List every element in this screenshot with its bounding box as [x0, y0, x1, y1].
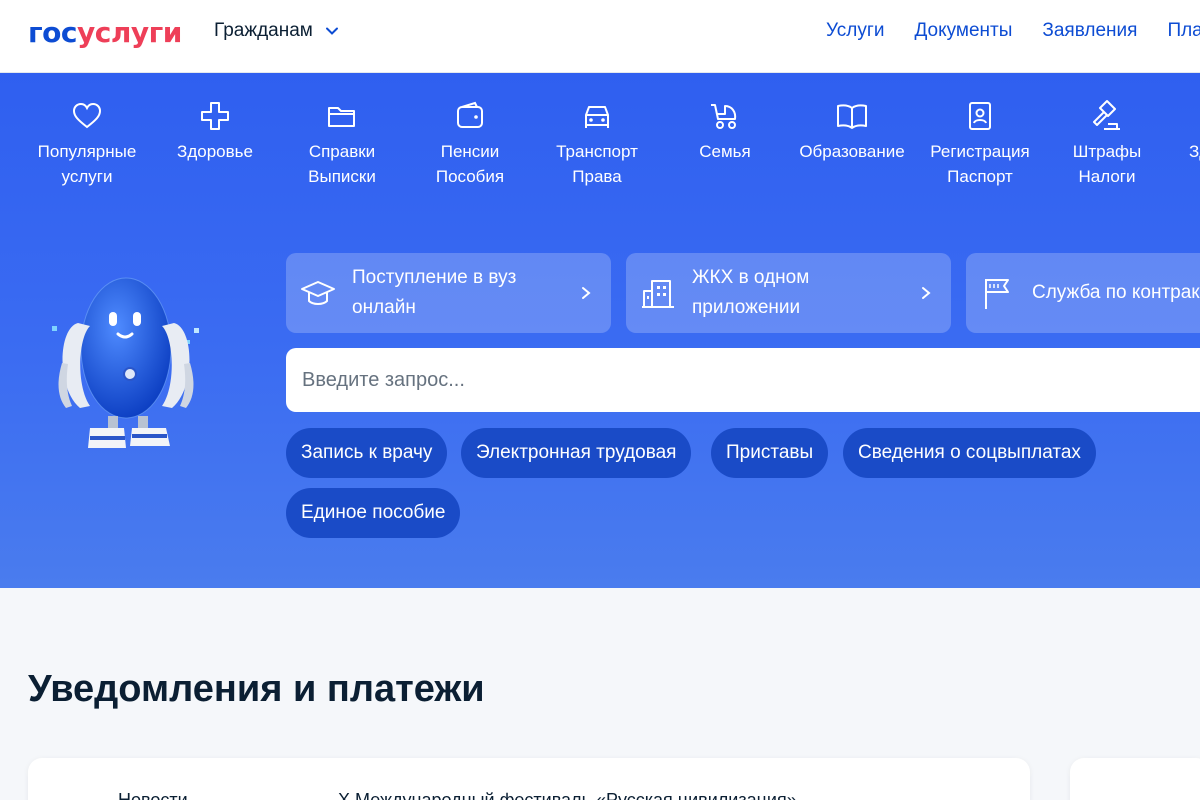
- category-label-line2: Выписки: [308, 167, 376, 186]
- promo-label: Поступление в вуз онлайн: [352, 267, 517, 318]
- health-cross-icon: [201, 102, 229, 130]
- news-item[interactable]: X Международный фестиваль «Русская цивил…: [338, 790, 797, 800]
- nav-applications[interactable]: Заявления: [1042, 20, 1137, 42]
- category-label-line1: Семья: [699, 142, 751, 161]
- category-family[interactable]: Семья: [661, 99, 789, 164]
- audience-selector[interactable]: Гражданам: [214, 20, 339, 42]
- chevron-down-icon: [325, 27, 338, 35]
- promo-university-admission[interactable]: Поступление в вуз онлайн: [286, 253, 611, 333]
- category-label-line1: Популярные: [37, 142, 137, 161]
- heart-icon: [72, 102, 102, 129]
- category-label-line2: Паспорт: [947, 167, 1013, 186]
- notifications-card: Новости X Международный фестиваль «Русск…: [28, 758, 1030, 800]
- category-fines[interactable]: Штрафы Налоги: [1043, 99, 1171, 189]
- category-label-line1: Пенсии: [440, 142, 500, 161]
- category-label-line1: Образование: [799, 142, 905, 161]
- book-icon: [837, 104, 867, 129]
- robot-mascot-illustration: [52, 277, 199, 448]
- nav-documents[interactable]: Документы: [914, 20, 1012, 42]
- building-icon: [642, 280, 674, 308]
- promo-label: ЖКХ в одном приложении: [692, 267, 810, 318]
- category-education[interactable]: Образование: [788, 99, 916, 164]
- category-more[interactable]: Здоровье: [1171, 99, 1200, 164]
- chip-bailiffs[interactable]: Приставы: [711, 428, 829, 478]
- graduation-cap-icon: [301, 281, 335, 305]
- promo-contract-service[interactable]: Служба по контракту: [966, 253, 1200, 333]
- flag-icon: [985, 279, 1009, 309]
- category-label-line2: Пособия: [435, 167, 505, 186]
- id-card-icon: [969, 102, 991, 130]
- top-nav: Услуги Документы Заявления Платежи: [826, 20, 1200, 42]
- nav-payments[interactable]: Платежи: [1167, 20, 1200, 42]
- category-pensions[interactable]: Пенсии Пособия: [406, 99, 534, 189]
- chevron-right-icon: [582, 287, 591, 299]
- category-registration[interactable]: Регистрация Паспорт: [916, 99, 1044, 189]
- promo-housing-app[interactable]: ЖКХ в одном приложении: [626, 253, 951, 333]
- gavel-icon: [1093, 100, 1120, 130]
- category-label-line1: Справки: [308, 142, 376, 161]
- promo-label: Служба по контракту: [1032, 282, 1200, 303]
- category-label-line2: Права: [572, 167, 622, 186]
- category-transport[interactable]: Транспорт Права: [533, 99, 661, 189]
- gosuslugi-logo[interactable]: госуслуги: [28, 16, 182, 49]
- category-label-line1: Штрафы: [1072, 142, 1142, 161]
- chip-electronic-workbook[interactable]: Электронная трудовая: [461, 428, 692, 478]
- notifications-title: Уведомления и платежи: [28, 668, 485, 710]
- category-label-line2: Налоги: [1078, 167, 1136, 186]
- category-certificates[interactable]: Справки Выписки: [278, 99, 406, 189]
- news-label: Новости: [118, 790, 188, 800]
- logo-text-part2: услуги: [76, 16, 182, 49]
- car-icon: [585, 106, 609, 128]
- chevron-right-icon: [922, 287, 931, 299]
- category-label-line1: Здоровье: [1189, 142, 1200, 161]
- chip-unified-allowance[interactable]: Единое пособие: [286, 488, 461, 538]
- side-card: [1070, 758, 1200, 800]
- category-popular[interactable]: Популярные услуги: [23, 99, 151, 189]
- search-input[interactable]: [286, 348, 1200, 412]
- category-label-line1: Регистрация: [930, 142, 1030, 161]
- nav-services[interactable]: Услуги: [826, 20, 884, 42]
- more-icon: [1171, 99, 1200, 139]
- category-health[interactable]: Здоровье: [151, 99, 279, 164]
- category-label-line1: Здоровье: [177, 142, 253, 161]
- category-label-line1: Транспорт: [556, 142, 638, 161]
- stroller-icon: [711, 104, 737, 129]
- folder-icon: [328, 107, 355, 127]
- chip-doctor-appointment[interactable]: Запись к врачу: [286, 428, 448, 478]
- logo-text-part1: гос: [28, 16, 77, 49]
- top-header: госуслуги Гражданам Услуги Документы Зая…: [0, 0, 1200, 73]
- audience-label: Гражданам: [214, 20, 313, 41]
- chip-social-payments[interactable]: Сведения о соцвыплатах: [843, 428, 1096, 478]
- wallet-icon: [457, 101, 483, 128]
- category-label-line2: услуги: [61, 167, 113, 186]
- hero-banner: Популярные услуги Здоровье Справки Выпис…: [0, 73, 1200, 588]
